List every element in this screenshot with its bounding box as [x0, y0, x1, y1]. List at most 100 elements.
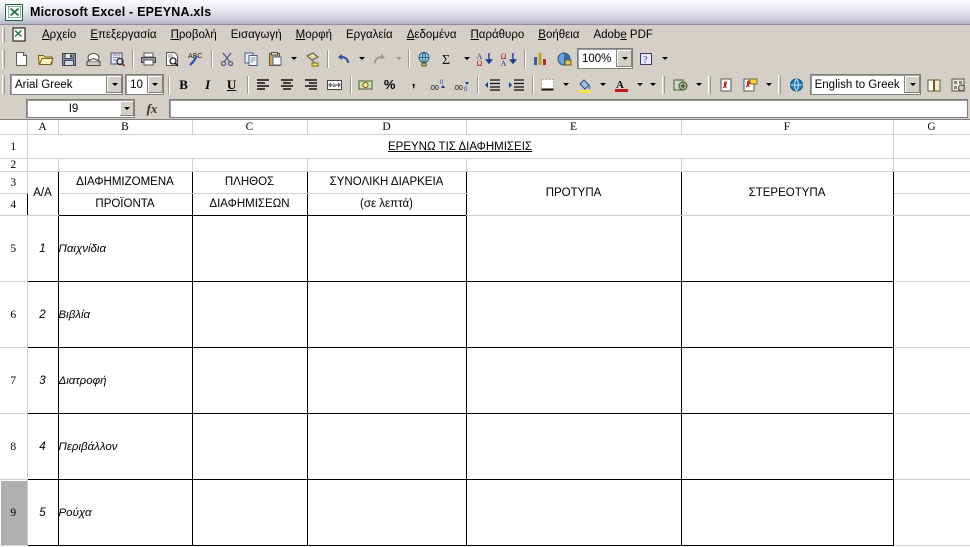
font-size-dropdown-arrow[interactable] [146, 76, 163, 93]
spelling-check-icon[interactable]: ABC [184, 47, 208, 70]
formula-input[interactable] [169, 99, 968, 118]
column-header-b[interactable]: B [58, 120, 193, 135]
cell-g5[interactable] [893, 215, 970, 282]
row-duration-1[interactable] [307, 215, 467, 282]
save-disk-icon[interactable] [57, 47, 81, 70]
cell-f2[interactable] [681, 158, 894, 172]
align-center-icon[interactable] [275, 73, 299, 96]
underline-button[interactable]: U [220, 73, 244, 96]
row-product-1[interactable]: Παιχνίδια [58, 215, 193, 282]
menu-window[interactable]: Παράθυρο [463, 27, 531, 43]
copy-icon[interactable] [239, 47, 263, 70]
header-count-line2[interactable]: ΔΙΑΦΗΜΙΣΕΩΝ [192, 193, 308, 216]
row-header-5[interactable]: 5 [0, 215, 28, 282]
search-icon[interactable] [105, 47, 129, 70]
row-header-2[interactable]: 2 [0, 158, 28, 172]
font-name-combo[interactable]: Arial Greek [10, 74, 124, 95]
increase-indent-icon[interactable] [505, 73, 529, 96]
header-count-line1[interactable]: ΠΛΗΘΟΣ [192, 171, 308, 194]
cell-g6[interactable] [893, 281, 970, 348]
chart-wizard-icon[interactable] [528, 47, 552, 70]
sort-descending-icon[interactable]: ΩA [497, 47, 521, 70]
formatting-toolbar-grip[interactable] [2, 75, 6, 94]
header-duration-line2[interactable]: (σε λεπτά) [307, 193, 467, 216]
menu-help[interactable]: Βοήθεια [531, 27, 586, 43]
row-patterns-2[interactable] [466, 281, 682, 348]
autosum-dropdown[interactable] [460, 47, 473, 70]
help-icon[interactable]: ? [634, 47, 658, 70]
translate-globe-icon[interactable] [785, 73, 809, 96]
sheet-title[interactable]: ΕΡΕΥΝΩ ΤΙΣ ΔΙΑΦΗΜΙΣΕΙΣ [27, 134, 894, 159]
cell-c2[interactable] [192, 158, 308, 172]
row-duration-4[interactable] [307, 413, 467, 480]
translation-direction-dropdown-arrow[interactable] [904, 76, 921, 93]
menu-tools[interactable]: Εργαλεία [339, 27, 400, 43]
header-products-line2[interactable]: ΠΡΟΪΟΝΤΑ [58, 193, 193, 216]
row-stereotypes-2[interactable] [681, 281, 894, 348]
menu-view[interactable]: Προβολή [164, 27, 224, 43]
cell-g3[interactable] [893, 171, 970, 194]
column-header-c[interactable]: C [192, 120, 308, 135]
row-count-4[interactable] [192, 413, 308, 480]
name-box-dropdown-arrow[interactable] [120, 101, 134, 116]
font-size-combo[interactable]: 10 [125, 74, 164, 95]
row-patterns-3[interactable] [466, 347, 682, 414]
cell-a2[interactable] [27, 158, 59, 172]
row-header-7[interactable]: 7 [0, 347, 28, 414]
align-right-icon[interactable] [299, 73, 323, 96]
pdf-comment-icon[interactable] [739, 73, 763, 96]
cut-scissors-icon[interactable] [215, 47, 239, 70]
row-header-6[interactable]: 6 [0, 281, 28, 348]
row-header-1[interactable]: 1 [0, 134, 28, 159]
adobe-toolbar-grip[interactable] [661, 75, 666, 94]
cell-g1[interactable] [893, 134, 970, 159]
row-stereotypes-4[interactable] [681, 413, 894, 480]
adobe-toolbar-options[interactable] [763, 73, 776, 96]
comma-icon[interactable]: , [402, 70, 426, 100]
row-product-2[interactable]: Βιβλία [58, 281, 193, 348]
row-number-1[interactable]: 1 [26, 215, 59, 282]
row-number-4[interactable]: 4 [26, 413, 59, 480]
translate-settings-icon[interactable] [946, 73, 970, 96]
row-header-3[interactable]: 3 [0, 171, 28, 194]
translation-toolbar-grip[interactable] [777, 75, 782, 94]
row-product-4[interactable]: Περιβάλλον [58, 413, 193, 480]
font-color-dropdown[interactable] [634, 73, 647, 96]
percent-icon[interactable]: % [378, 73, 402, 96]
dictionary-icon[interactable] [922, 73, 946, 96]
column-header-f[interactable]: F [681, 120, 894, 135]
row-header-4[interactable]: 4 [0, 193, 28, 216]
open-folder-icon[interactable] [33, 47, 57, 70]
bold-button[interactable]: B [172, 73, 196, 96]
format-painter-icon[interactable] [300, 47, 324, 70]
cell-d2[interactable] [307, 158, 467, 172]
header-aa[interactable]: Α/Α [26, 171, 59, 216]
row-count-3[interactable] [192, 347, 308, 414]
column-header-e[interactable]: E [466, 120, 682, 135]
menu-edit[interactable]: Επεξεργασία [83, 27, 163, 43]
redo-history-dropdown[interactable] [392, 47, 405, 70]
header-stereotypes[interactable]: ΣΤΕΡΕΟΤΥΠΑ [681, 171, 894, 216]
formatting-toolbar-options[interactable] [647, 73, 660, 96]
menu-insert[interactable]: Εισαγωγή [224, 27, 289, 43]
toolbar-options-dropdown[interactable] [658, 47, 671, 70]
row-count-1[interactable] [192, 215, 308, 282]
undo-history-dropdown[interactable] [355, 47, 368, 70]
cell-g4[interactable] [893, 193, 970, 216]
email-icon[interactable] [81, 47, 105, 70]
column-header-a[interactable]: A [27, 120, 59, 135]
translation-direction-combo[interactable]: English to Greek [809, 74, 922, 95]
row-duration-2[interactable] [307, 281, 467, 348]
adobe-toolbar-grip-2[interactable] [707, 75, 712, 94]
cell-g7[interactable] [893, 347, 970, 414]
borders-icon[interactable] [536, 73, 560, 96]
select-all-corner[interactable] [0, 120, 28, 135]
sort-ascending-icon[interactable]: AΩ [473, 47, 497, 70]
header-products-line1[interactable]: ΔΙΑΦΗΜΙΖΟΜΕΝΑ [58, 171, 193, 194]
spreadsheet-grid[interactable]: A B C D E F G 1 ΕΡΕΥΝΩ ΤΙΣ ΔΙΑΦΗΜΙΣΕΙΣ 2 [0, 120, 970, 547]
redo-icon[interactable] [368, 47, 392, 70]
increase-decimal-icon[interactable]: .00 0 [426, 73, 450, 96]
print-preview-icon[interactable] [160, 47, 184, 70]
row-patterns-4[interactable] [466, 413, 682, 480]
row-patterns-5[interactable] [466, 479, 682, 546]
